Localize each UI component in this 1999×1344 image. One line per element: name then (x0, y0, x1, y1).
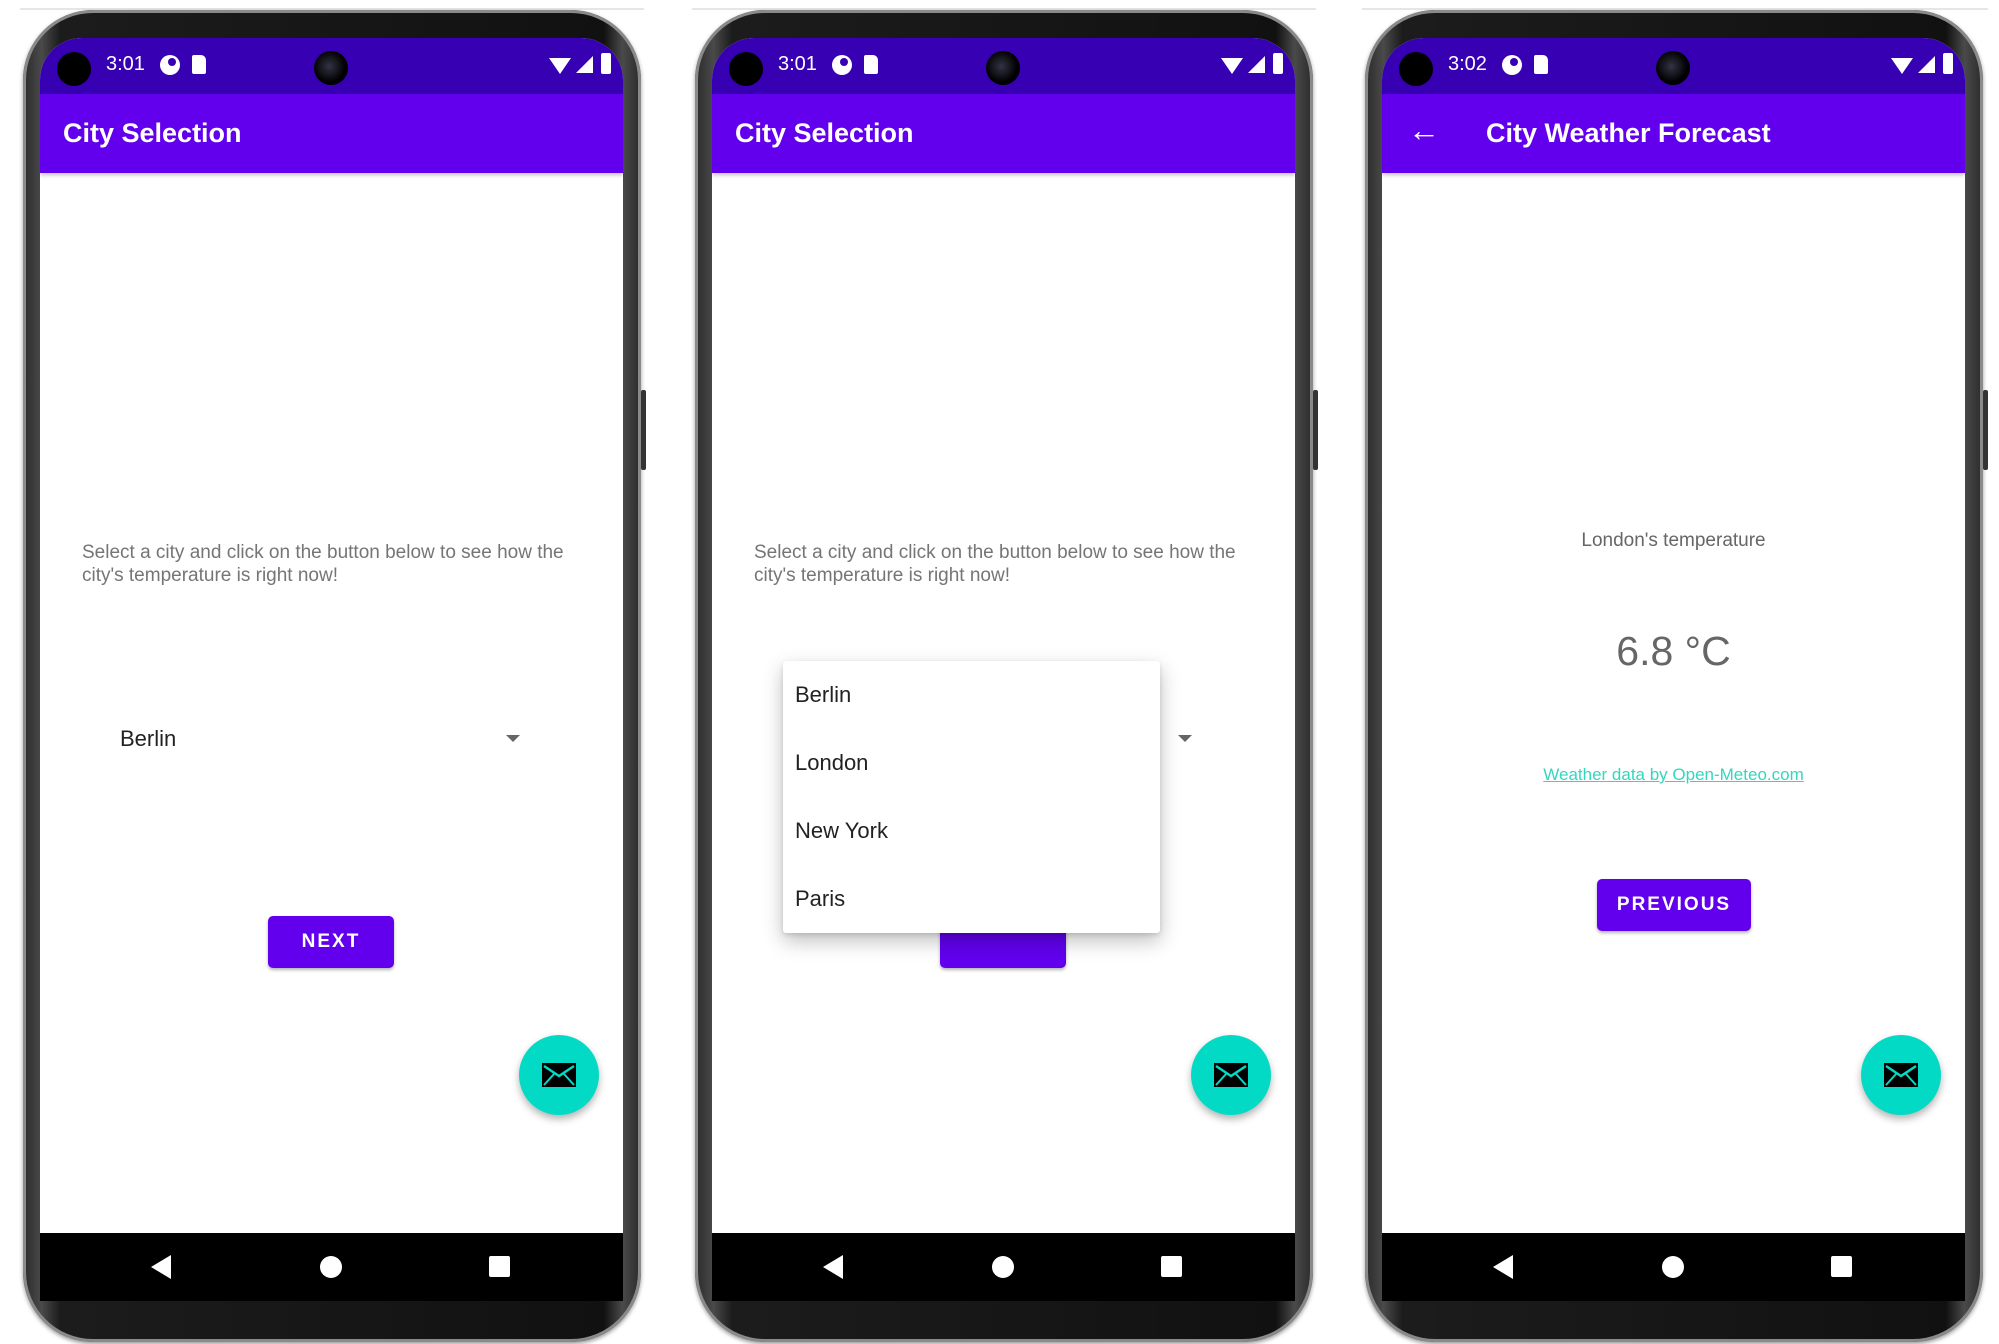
front-camera (314, 51, 348, 85)
wifi-icon (1221, 58, 1243, 74)
arrow-back-icon[interactable]: ← (1408, 112, 1440, 149)
status-bar: 3:01 (40, 38, 623, 94)
nav-back-icon[interactable] (823, 1255, 843, 1279)
email-icon (1884, 1063, 1918, 1087)
city-dropdown-menu: Berlin London New York Paris (783, 661, 1160, 933)
app-bar: ← City Weather Forecast (1382, 94, 1965, 173)
screen: 3:01 City Selection Select a city and cl… (40, 38, 623, 1301)
email-icon (542, 1063, 576, 1087)
menu-item-berlin[interactable]: Berlin (783, 661, 1160, 729)
signal-icon (1248, 56, 1265, 73)
phone-weather-forecast: 3:02 ← City Weather Forecast London's te… (1365, 10, 1988, 1342)
phone-city-selection: 3:01 City Selection Select a city and cl… (23, 10, 646, 1342)
notification-icon (160, 55, 180, 75)
attribution-link[interactable]: Weather data by Open-Meteo.com (1382, 765, 1965, 785)
temperature-label: London's temperature (1581, 530, 1766, 551)
nav-recents-icon[interactable] (1161, 1256, 1182, 1277)
battery-icon (1273, 53, 1283, 74)
next-button[interactable]: NEXT (268, 916, 394, 968)
front-camera (1656, 51, 1690, 85)
email-fab[interactable] (1861, 1035, 1941, 1115)
status-time: 3:01 (778, 53, 817, 75)
battery-icon (1943, 53, 1953, 74)
menu-item-london[interactable]: London (783, 729, 1160, 797)
email-fab[interactable] (1191, 1035, 1271, 1115)
nav-bar (40, 1233, 623, 1301)
intro-text: Select a city and click on the button be… (82, 542, 564, 586)
dropdown-arrow-icon (1178, 735, 1192, 742)
status-time: 3:02 (1448, 53, 1487, 75)
status-bar: 3:02 (1382, 38, 1965, 94)
nav-bar (712, 1233, 1295, 1301)
sd-card-icon (192, 55, 206, 74)
screen: 3:01 City Selection Select a city and cl… (712, 38, 1295, 1301)
nav-back-icon[interactable] (151, 1255, 171, 1279)
signal-icon (1918, 56, 1935, 73)
screen: 3:02 ← City Weather Forecast London's te… (1382, 38, 1965, 1301)
city-spinner[interactable]: Berlin (100, 715, 520, 763)
previous-button[interactable]: PREVIOUS (1597, 879, 1751, 931)
page-title: City Selection (63, 118, 242, 148)
phone-city-dropdown: 3:01 City Selection Select a city and cl… (695, 10, 1318, 1342)
app-bar: City Selection (712, 94, 1295, 173)
nav-home-icon[interactable] (320, 1256, 342, 1278)
dropdown-arrow-icon (506, 735, 520, 742)
battery-icon (601, 53, 611, 74)
status-bar: 3:01 (712, 38, 1295, 94)
wifi-icon (1891, 58, 1913, 74)
temperature-value: 6.8 °C (1616, 628, 1731, 674)
nav-recents-icon[interactable] (489, 1256, 510, 1277)
notification-icon (832, 55, 852, 75)
email-icon (1214, 1063, 1248, 1087)
nav-home-icon[interactable] (992, 1256, 1014, 1278)
camera-cutout (729, 52, 763, 86)
sd-card-icon (864, 55, 878, 74)
email-fab[interactable] (519, 1035, 599, 1115)
nav-bar (1382, 1233, 1965, 1301)
sd-card-icon (1534, 55, 1548, 74)
page-title: City Selection (735, 118, 914, 148)
nav-home-icon[interactable] (1662, 1256, 1684, 1278)
camera-cutout (57, 52, 91, 86)
wifi-icon (549, 58, 571, 74)
city-spinner-value: Berlin (120, 726, 177, 751)
notification-icon (1502, 55, 1522, 75)
nav-back-icon[interactable] (1493, 1255, 1513, 1279)
signal-icon (576, 56, 593, 73)
menu-item-new-york[interactable]: New York (783, 797, 1160, 865)
front-camera (986, 51, 1020, 85)
intro-text: Select a city and click on the button be… (754, 542, 1236, 586)
camera-cutout (1399, 52, 1433, 86)
nav-recents-icon[interactable] (1831, 1256, 1852, 1277)
page-title: City Weather Forecast (1486, 118, 1771, 148)
menu-item-paris[interactable]: Paris (783, 865, 1160, 933)
app-bar: City Selection (40, 94, 623, 173)
status-time: 3:01 (106, 53, 145, 75)
